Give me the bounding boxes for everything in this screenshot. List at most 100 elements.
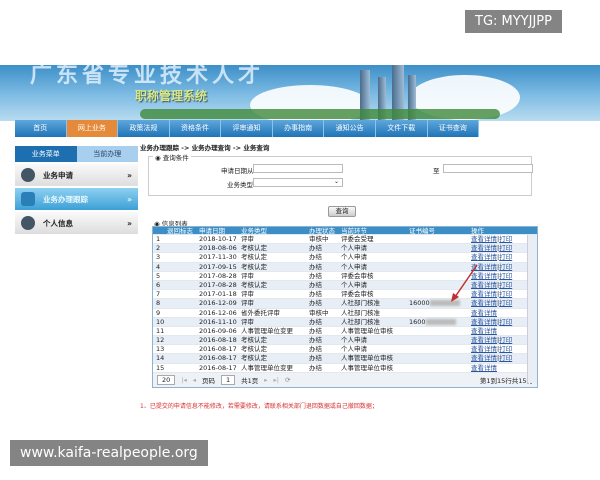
cell (167, 235, 195, 243)
cell: 评委会审核 (341, 271, 374, 280)
print-link[interactable]: 打印 (499, 336, 512, 344)
actions-cell: 查看详情|打印 (471, 345, 513, 354)
view-details-link[interactable]: 查看详情 (471, 327, 497, 335)
nav-certificate[interactable]: 证书查询 (428, 120, 480, 137)
sidebar-item-tracking[interactable]: 业务办理跟踪 » (15, 188, 138, 210)
cell: 9 (156, 308, 161, 317)
view-details-link[interactable]: 查看详情 (471, 364, 497, 372)
nav-review-notice[interactable]: 评审通知 (221, 120, 273, 137)
cell: 人社部门核准 (341, 308, 380, 317)
table-header: 退回标志 申请日期 业务类型 办理状态 当前环节 证书编号 操作 (153, 227, 537, 235)
breadcrumb: 业务办理跟踪 -> 业务办理查询 -> 业务查询 (140, 144, 270, 152)
actions-cell: 查看详情|打印 (471, 262, 513, 271)
cell: 6 (156, 280, 161, 289)
sidebar-item-apply[interactable]: 业务申请 » (15, 164, 138, 186)
last-page-icon[interactable]: ▸| (274, 376, 279, 384)
print-link[interactable]: 打印 (499, 354, 512, 362)
view-details-link[interactable]: 查看详情 (471, 244, 497, 252)
cell: 2018-08-06 (199, 244, 237, 253)
nav-policy[interactable]: 政策法规 (118, 120, 170, 137)
cell: 13 (156, 345, 165, 354)
cell: 2016-11-10 (199, 317, 237, 326)
view-details-link[interactable]: 查看详情 (471, 235, 497, 243)
cell: 8 (156, 299, 161, 308)
view-details-link[interactable]: 查看详情 (471, 309, 497, 317)
print-link[interactable]: 打印 (499, 253, 512, 261)
nav-online-business[interactable]: 网上业务 (66, 120, 119, 137)
print-link[interactable]: 打印 (499, 272, 512, 280)
chevron-right-icon: » (127, 218, 132, 228)
query-button[interactable]: 查询 (328, 206, 356, 217)
cell (167, 354, 195, 362)
cell: 评审 (241, 290, 254, 299)
print-link[interactable]: 打印 (499, 345, 512, 353)
watermark-top: TG: MYYJJPP (465, 10, 562, 33)
tab-current[interactable]: 当前办理 (76, 146, 138, 162)
main-content: 业务办理跟踪 -> 业务办理查询 -> 业务查询 ◉ 查询条件 申请日期从 至 … (140, 142, 540, 388)
cell (167, 281, 195, 289)
cell (167, 318, 195, 326)
nav-home[interactable]: 首页 (15, 120, 67, 137)
view-details-link[interactable]: 查看详情 (471, 253, 497, 261)
watermark-bottom: www.kaifa-realpeople.org (10, 440, 208, 466)
table-scrollbar[interactable] (527, 235, 537, 383)
cell: 个人申请 (341, 345, 367, 354)
date-to-label: 至 (433, 167, 440, 175)
nav-qualification[interactable]: 资格条件 (170, 120, 222, 137)
date-from-input[interactable] (253, 164, 343, 173)
cell: 7 (156, 290, 161, 299)
print-link[interactable]: 打印 (499, 299, 512, 307)
date-to-input[interactable] (443, 164, 533, 173)
cell: 10 (156, 317, 165, 326)
view-details-link[interactable]: 查看详情 (471, 318, 497, 326)
total-pages: 共1页 (241, 376, 259, 385)
cell: 评审 (241, 317, 254, 326)
cell: 2017-08-28 (199, 271, 237, 280)
tab-business-menu[interactable]: 业务菜单 (15, 146, 77, 162)
actions-cell: 查看详情|打印 (471, 354, 513, 363)
view-details-link[interactable]: 查看详情 (471, 345, 497, 353)
cell (167, 336, 195, 344)
cell: 人事管理单位变更 (241, 363, 293, 372)
refresh-icon[interactable]: ⟳ (285, 376, 290, 384)
view-details-link[interactable]: 查看详情 (471, 354, 497, 362)
actions-cell: 查看详情|打印 (471, 299, 513, 308)
cell: 15 (156, 363, 165, 372)
type-select[interactable]: ⌄ (253, 178, 343, 187)
cell: 2017-11-30 (199, 253, 237, 262)
nav-announcement[interactable]: 通知公告 (324, 120, 376, 137)
page-size-select[interactable]: 20 (157, 374, 176, 385)
print-link[interactable]: 打印 (499, 281, 512, 289)
page-input[interactable]: 1 (221, 374, 236, 385)
table-row: 5 2017-08-28 评审 办结 评委会审核 查看详情|打印 (153, 272, 537, 281)
actions-cell: 查看详情|打印 (471, 317, 513, 326)
actions-cell: 查看详情|打印 (471, 235, 513, 243)
print-link[interactable]: 打印 (499, 235, 512, 243)
sidebar-item-label: 个人信息 (43, 218, 73, 228)
banner-subtitle: 职称管理系统 (135, 89, 208, 103)
nav-downloads[interactable]: 文件下载 (376, 120, 428, 137)
sidebar-item-profile[interactable]: 个人信息 » (15, 212, 138, 234)
print-link[interactable]: 打印 (499, 263, 512, 271)
next-page-icon[interactable]: ▸ (264, 376, 267, 384)
print-link[interactable]: 打印 (499, 318, 512, 326)
cell: 办结 (309, 262, 322, 271)
view-details-link[interactable]: 查看详情 (471, 336, 497, 344)
cell: 2016-08-17 (199, 345, 237, 354)
cell: 2017-09-15 (199, 262, 237, 271)
pager-summary: 第1到15行共15行 (479, 376, 533, 385)
print-link[interactable]: 打印 (499, 290, 512, 298)
page-label: 页码 (202, 376, 215, 385)
nav-guide[interactable]: 办事指南 (273, 120, 325, 137)
print-link[interactable]: 打印 (499, 244, 512, 252)
cell: 14 (156, 354, 165, 363)
cell: 2016-08-18 (199, 336, 237, 345)
cell: 2016-08-17 (199, 354, 237, 363)
cell: 省外委托评审 (241, 308, 280, 317)
banner-title: 广东省专业技术人才 (30, 65, 265, 88)
table-row: 11 2016-09-06 人事管理单位变更 办结 人事管理单位审核 查看详情 (153, 327, 537, 337)
actions-cell: 查看详情 (471, 327, 527, 335)
first-page-icon[interactable]: |◂ (181, 376, 186, 384)
results-table: 退回标志 申请日期 业务类型 办理状态 当前环节 证书编号 操作 1 2018-10-17 评审… (152, 226, 538, 388)
prev-page-icon[interactable]: ◂ (193, 376, 196, 384)
